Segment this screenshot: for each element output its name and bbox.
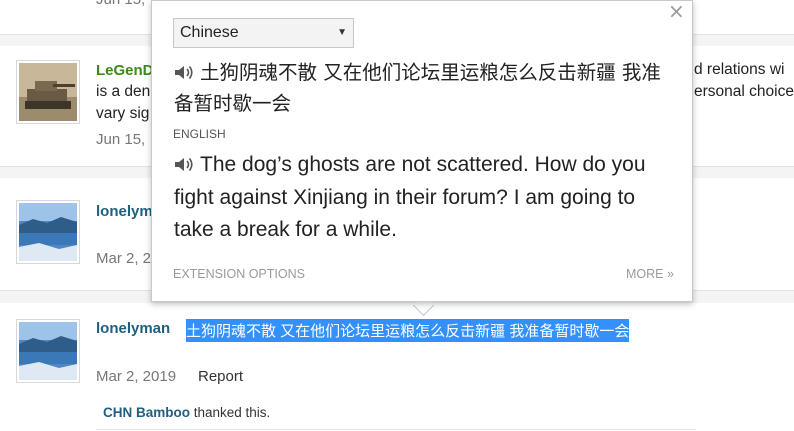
target-language-label: ENGLISH — [173, 127, 226, 141]
post-date[interactable]: Jun 15, — [96, 0, 145, 8]
chevron-down-icon: ▼ — [337, 27, 347, 38]
lake-avatar-image — [19, 203, 77, 261]
source-text-content: 土狗阴魂不散 又在他们论坛里运粮怎么反击新疆 我准备暂时歇一会 — [174, 61, 661, 115]
tank-avatar-image — [19, 63, 77, 121]
avatar[interactable] — [16, 60, 80, 124]
post-text: d relations wi — [694, 61, 785, 78]
post-date[interactable]: Mar 2, 2019 — [96, 368, 176, 385]
extension-options-link[interactable]: EXTENSION OPTIONS — [173, 267, 305, 281]
source-language-value: Chinese — [180, 24, 239, 41]
translation-popup: × Chinese ▼ 土狗阴魂不散 又在他们论坛里运粮怎么反击新疆 我准备暂时… — [151, 0, 693, 302]
post-date[interactable]: Jun 15, — [96, 131, 145, 148]
post-text: ersonal choice — [694, 83, 794, 100]
translated-text-content: The dog’s ghosts are not scattered. How … — [174, 153, 646, 241]
avatar[interactable] — [16, 319, 80, 383]
translated-text: The dog’s ghosts are not scattered. How … — [174, 149, 679, 247]
thanks-line: CHN Bamboo thanked this. — [103, 405, 270, 420]
speaker-icon[interactable] — [174, 64, 194, 81]
close-icon[interactable]: × — [668, 0, 685, 23]
speaker-icon[interactable] — [174, 156, 194, 173]
post-text: vary sig — [96, 105, 150, 122]
post-date[interactable]: Mar 2, 2 — [96, 250, 151, 267]
divider — [96, 429, 696, 430]
post-text: is a den — [96, 83, 151, 100]
thanks-username[interactable]: CHN Bamboo — [103, 405, 190, 420]
post-username[interactable]: lonelyman — [96, 320, 170, 337]
more-link[interactable]: MORE » — [626, 267, 674, 281]
selected-post-text[interactable]: 土狗阴魂不散 又在他们论坛里运粮怎么反击新疆 我准备暂时歇一会 — [186, 319, 630, 342]
thanks-text: thanked this. — [190, 405, 271, 420]
source-language-select[interactable]: Chinese ▼ — [173, 18, 354, 48]
lake-avatar-image — [19, 322, 77, 380]
source-text: 土狗阴魂不散 又在他们论坛里运粮怎么反击新疆 我准备暂时歇一会 — [174, 57, 674, 119]
post-username[interactable]: lonelym — [96, 203, 153, 220]
avatar[interactable] — [16, 200, 80, 264]
report-link[interactable]: Report — [198, 368, 243, 385]
post-username[interactable]: LeGenD — [96, 62, 154, 79]
